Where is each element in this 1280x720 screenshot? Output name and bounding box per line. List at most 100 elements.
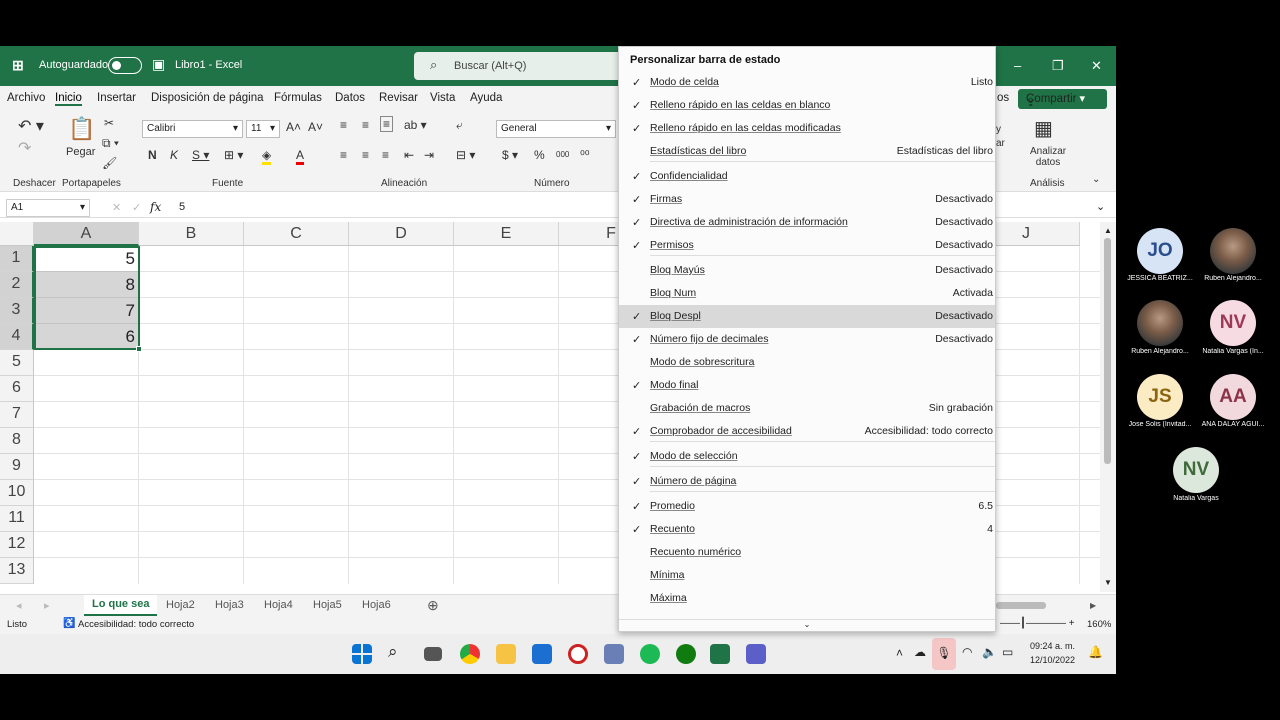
record-icon[interactable] (568, 644, 588, 664)
row-header[interactable]: 7 (0, 402, 34, 428)
column-header-e[interactable]: E (454, 222, 559, 246)
paste-label[interactable]: Pegar (66, 146, 95, 158)
restore-icon[interactable]: ❐ (1052, 58, 1064, 74)
scroll-down-icon[interactable]: ▼ (1104, 578, 1112, 587)
percent-icon[interactable]: % (534, 148, 545, 162)
scroll-up-icon[interactable]: ▲ (1104, 226, 1112, 235)
sheet-tab[interactable]: Hoja4 (264, 599, 293, 611)
avatar-js[interactable]: JS (1137, 374, 1183, 420)
onedrive-icon[interactable]: ☁ (914, 645, 926, 659)
align-left-icon[interactable]: ≡ (340, 148, 347, 162)
zoom-level[interactable]: 160% (1087, 619, 1111, 630)
menu-item[interactable]: Estadísticas del libro Estadísticas del l… (619, 140, 995, 163)
analyze-data-icon[interactable]: ▦ (1034, 116, 1053, 141)
thousands-icon[interactable]: 000 (556, 150, 569, 159)
avatar-nv-2[interactable]: NV (1173, 447, 1219, 493)
xbox-icon[interactable] (676, 644, 696, 664)
photos-icon[interactable] (604, 644, 624, 664)
sheet-tab-active[interactable]: Lo que sea (84, 595, 158, 616)
scroll-right-icon[interactable]: ▶ (1090, 601, 1096, 610)
fill-color-icon[interactable]: ◈ (262, 148, 272, 165)
align-bottom-icon[interactable]: ≡ (380, 116, 394, 132)
next-sheet-icon[interactable]: ▸ (44, 599, 50, 612)
font-name-select[interactable]: Calibri ▾ (142, 120, 243, 138)
accessibility-status[interactable]: Accesibilidad: todo correcto (78, 619, 194, 630)
menu-item[interactable]: ✓ Modo de celda Listo (619, 71, 995, 94)
accessibility-icon[interactable]: ♿ (63, 618, 75, 629)
menu-item[interactable]: Modo de sobrescritura (619, 351, 995, 374)
expand-formula-icon[interactable]: ⌄ (1096, 200, 1105, 213)
cancel-icon[interactable]: ✕ (112, 201, 121, 214)
column-header-d[interactable]: D (349, 222, 454, 246)
zoom-slider[interactable]: ——┃———— + (1000, 618, 1075, 629)
orientation-icon[interactable]: ab ▾ (404, 118, 427, 132)
sheet-tab[interactable]: Hoja6 (362, 599, 391, 611)
menu-item[interactable]: ✓ Directiva de administración de informac… (619, 211, 995, 234)
avatar-jo[interactable]: JO (1137, 228, 1183, 274)
tab-inicio[interactable]: Inicio (55, 92, 82, 106)
row-header[interactable]: 3 (0, 298, 34, 324)
column-header-j[interactable]: J (996, 222, 1080, 246)
align-center-icon[interactable]: ≡ (362, 148, 369, 162)
decimals-icon[interactable]: ⁰⁰ (580, 148, 590, 162)
clock-time[interactable]: 09:24 a. m. (1030, 641, 1075, 651)
excel-taskbar-icon[interactable] (710, 644, 730, 664)
font-size-select[interactable]: 11 ▾ (246, 120, 280, 138)
redo-icon[interactable]: ↷ (18, 138, 31, 158)
menu-item[interactable]: ✓ Permisos Desactivado (619, 234, 995, 257)
name-box[interactable]: A1 ▾ (6, 199, 90, 217)
teams-icon[interactable] (746, 644, 766, 664)
number-format-select[interactable]: General ▾ (496, 120, 616, 138)
tab-revisar[interactable]: Revisar (379, 92, 418, 104)
formula-input[interactable]: 5 (179, 201, 185, 213)
align-middle-icon[interactable]: ≡ (362, 118, 369, 132)
sheet-tab[interactable]: Hoja2 (166, 599, 195, 611)
tab-archivo[interactable]: Archivo (7, 92, 45, 104)
notification-icon[interactable]: 🔔 (1088, 645, 1103, 659)
align-right-icon[interactable]: ≡ (382, 148, 389, 162)
align-top-icon[interactable]: ≡ (340, 118, 347, 132)
prev-sheet-icon[interactable]: ◂ (16, 599, 22, 612)
tray-chevron-icon[interactable]: ˄ (896, 646, 903, 660)
menu-item[interactable]: Bloq Num Activada (619, 282, 995, 305)
bold-icon[interactable]: N (148, 148, 157, 162)
cut-icon[interactable]: ✂ (104, 116, 114, 130)
file-explorer-icon[interactable] (496, 644, 516, 664)
row-header[interactable]: 6 (0, 376, 34, 402)
wrap-text-icon[interactable]: ⤶ (456, 118, 463, 133)
menu-item[interactable]: ✓ Recuento 4 (619, 518, 995, 541)
menu-item[interactable]: ✓ Relleno rápido en las celdas modificada… (619, 117, 995, 140)
enter-icon[interactable]: ✓ (132, 201, 141, 214)
volume-icon[interactable]: 🔈 (982, 645, 997, 659)
search-box[interactable]: ⌕ Buscar (Alt+Q) (414, 52, 624, 80)
menu-item[interactable]: ✓ Relleno rápido en las celdas en blanco (619, 94, 995, 117)
vertical-scrollbar[interactable]: ▲ ▼ (1100, 222, 1116, 592)
avatar-aa[interactable]: AA (1210, 374, 1256, 420)
search-icon[interactable]: ⌕ (388, 642, 408, 662)
menu-item[interactable]: ✓ Promedio 6.5 (619, 495, 995, 518)
avatar-photo[interactable] (1137, 300, 1183, 346)
menu-item[interactable]: Bloq Mayús Desactivado (619, 259, 995, 282)
italic-icon[interactable]: K (170, 148, 178, 162)
menu-item[interactable]: ✓ Firmas Desactivado (619, 188, 995, 211)
microphone-icon[interactable]: 🎙 (932, 638, 956, 670)
row-header[interactable]: 1 (0, 246, 34, 272)
scroll-thumb[interactable] (1104, 238, 1111, 464)
analyze-data-label[interactable]: Analizar datos (1030, 146, 1066, 168)
share-button[interactable]: ⇪ Compartir ▾ (1018, 89, 1107, 109)
copy-icon[interactable]: ⧉ ▾ (102, 136, 119, 151)
menu-item[interactable]: ✓ Número fijo de decimales Desactivado (619, 328, 995, 351)
format-painter-icon[interactable]: 🖌 (102, 156, 117, 170)
currency-icon[interactable]: $ ▾ (502, 148, 518, 162)
grow-font-icon[interactable]: A˄ (286, 120, 301, 134)
menu-item[interactable]: ✓ Número de página (619, 470, 995, 493)
row-header[interactable]: 9 (0, 454, 34, 480)
paste-icon[interactable]: 📋 (68, 116, 95, 142)
shrink-font-icon[interactable]: A˅ (308, 120, 323, 134)
undo-icon[interactable]: ↶ ▾ (18, 116, 44, 136)
tab-disposicion[interactable]: Disposición de página (151, 92, 264, 104)
menu-item[interactable]: ✓ Confidencialidad (619, 165, 995, 188)
borders-icon[interactable]: ⊞ ▾ (224, 148, 243, 162)
tab-vista[interactable]: Vista (430, 92, 455, 104)
avatar-photo[interactable] (1210, 228, 1256, 274)
